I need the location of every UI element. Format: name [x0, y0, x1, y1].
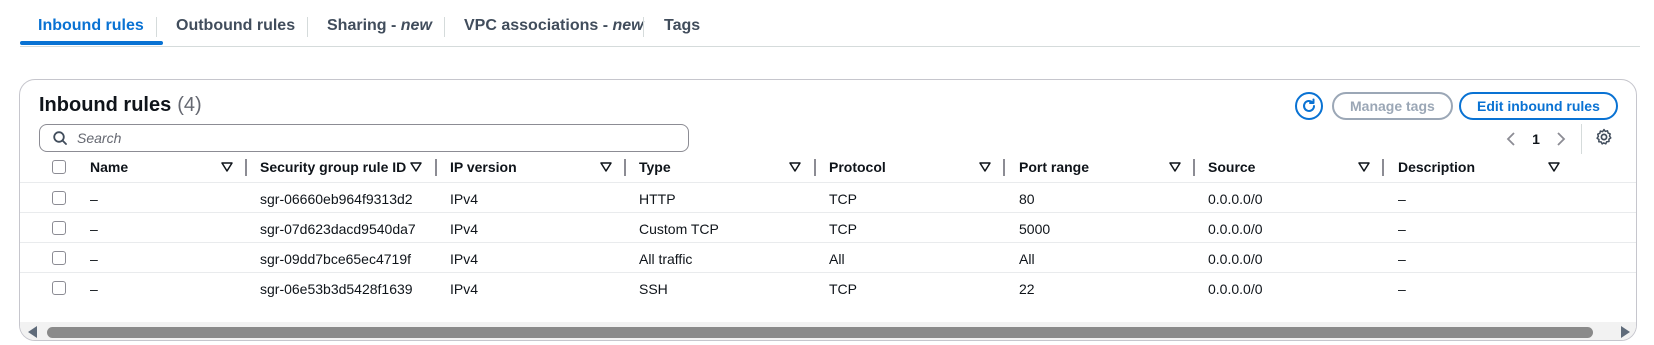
row-checkbox[interactable]	[52, 221, 66, 235]
cell-name: –	[90, 250, 98, 267]
sort-caret-icon[interactable]	[979, 162, 991, 172]
column-header-rule-id[interactable]: Security group rule ID	[260, 152, 406, 182]
cell-rule-id: sgr-09dd7bce65ec4719f	[260, 250, 412, 267]
search-field[interactable]	[39, 124, 689, 152]
scrollbar-thumb[interactable]	[47, 327, 1593, 338]
scroll-right-arrow-icon[interactable]	[1620, 326, 1630, 338]
column-divider[interactable]	[624, 159, 626, 176]
chevron-left-icon	[1506, 132, 1515, 146]
prev-page-button[interactable]	[1500, 128, 1522, 150]
table-row[interactable]: – sgr-09dd7bce65ec4719f IPv4 All traffic…	[20, 242, 1636, 273]
current-page[interactable]: 1	[1522, 131, 1550, 147]
pagination: 1	[1500, 127, 1572, 151]
cell-protocol: TCP	[829, 280, 857, 297]
cell-ip-version: IPv4	[450, 190, 479, 207]
cell-name: –	[90, 220, 98, 237]
cell-port-range: 80	[1019, 190, 1035, 207]
column-divider[interactable]	[1382, 159, 1384, 176]
horizontal-scrollbar[interactable]	[20, 322, 1636, 340]
column-header-name[interactable]: Name	[90, 152, 128, 182]
row-checkbox[interactable]	[52, 191, 66, 205]
sort-caret-icon[interactable]	[410, 162, 422, 172]
edit-inbound-rules-button[interactable]: Edit inbound rules	[1459, 92, 1618, 120]
cell-ip-version: IPv4	[450, 250, 479, 267]
search-icon	[53, 131, 67, 145]
gear-icon	[1596, 128, 1612, 145]
cell-description: –	[1398, 190, 1406, 207]
cell-source: 0.0.0.0/0	[1208, 280, 1263, 297]
row-checkbox[interactable]	[52, 281, 66, 295]
pager-divider	[1581, 124, 1582, 154]
cell-description: –	[1398, 280, 1406, 297]
tab-inbound-rules[interactable]: Inbound rules	[38, 17, 144, 35]
sort-caret-icon[interactable]	[789, 162, 801, 172]
inbound-rules-panel: Inbound rules (4) Manage tags Edit inboun…	[19, 79, 1637, 341]
cell-description: –	[1398, 220, 1406, 237]
cell-protocol: TCP	[829, 220, 857, 237]
cell-source: 0.0.0.0/0	[1208, 220, 1263, 237]
cell-port-range: 22	[1019, 280, 1035, 297]
column-divider[interactable]	[814, 159, 816, 176]
tab-outbound-rules[interactable]: Outbound rules	[176, 17, 295, 35]
column-header-source[interactable]: Source	[1208, 152, 1255, 182]
cell-port-range: 5000	[1019, 220, 1051, 237]
manage-tags-button[interactable]: Manage tags	[1332, 92, 1453, 120]
next-page-button[interactable]	[1550, 128, 1572, 150]
table-row[interactable]: – sgr-07d623dacd9540da7 IPv4 Custom TCP …	[20, 212, 1636, 243]
column-header-port-range[interactable]: Port range	[1019, 152, 1089, 182]
table-header: Name Security group rule ID IP version T…	[20, 152, 1636, 182]
column-header-ip-version[interactable]: IP version	[450, 152, 517, 182]
column-header-description[interactable]: Description	[1398, 152, 1475, 182]
rule-count: (4)	[177, 94, 202, 116]
column-header-protocol[interactable]: Protocol	[829, 152, 886, 182]
cell-protocol: TCP	[829, 190, 857, 207]
column-divider[interactable]	[435, 159, 437, 176]
cell-protocol: All	[829, 250, 845, 267]
tab-divider	[156, 17, 157, 37]
tab-sharing[interactable]: Sharing - new	[327, 17, 432, 35]
cell-port-range: All	[1019, 250, 1035, 267]
cell-type: Custom TCP	[639, 220, 719, 237]
refresh-button[interactable]	[1295, 92, 1323, 120]
refresh-icon	[1303, 98, 1315, 112]
tab-divider	[307, 17, 308, 37]
cell-rule-id: sgr-06e53b3d5428f1639	[260, 280, 413, 297]
table-row[interactable]: – sgr-06660eb964f9313d2 IPv4 HTTP TCP 80…	[20, 182, 1636, 213]
cell-type: All traffic	[639, 250, 693, 267]
table-row[interactable]: – sgr-06e53b3d5428f1639 IPv4 SSH TCP 22 …	[20, 272, 1636, 303]
scroll-left-arrow-icon[interactable]	[28, 326, 38, 338]
cell-rule-id: sgr-06660eb964f9313d2	[260, 190, 413, 207]
cell-name: –	[90, 280, 98, 297]
column-divider[interactable]	[245, 159, 247, 176]
cell-type: HTTP	[639, 190, 676, 207]
cell-source: 0.0.0.0/0	[1208, 190, 1263, 207]
tab-divider	[643, 17, 644, 37]
chevron-right-icon	[1557, 132, 1566, 146]
table-settings-button[interactable]	[1595, 128, 1615, 148]
tab-tags[interactable]: Tags	[664, 17, 700, 35]
row-checkbox[interactable]	[52, 251, 66, 265]
tab-vpc-associations[interactable]: VPC associations - new	[464, 17, 644, 35]
search-input[interactable]	[75, 129, 635, 147]
sort-caret-icon[interactable]	[221, 162, 233, 172]
column-divider[interactable]	[1003, 159, 1005, 176]
panel-title: Inbound rules (4)	[39, 94, 202, 116]
cell-ip-version: IPv4	[450, 220, 479, 237]
select-all-checkbox[interactable]	[52, 160, 66, 174]
cell-type: SSH	[639, 280, 668, 297]
sort-caret-icon[interactable]	[1169, 162, 1181, 172]
active-tab-indicator	[20, 41, 163, 45]
tab-bar: Inbound rules Outbound rules Sharing - n…	[20, 0, 1640, 47]
sort-caret-icon[interactable]	[1548, 162, 1560, 172]
sort-caret-icon[interactable]	[600, 162, 612, 172]
cell-ip-version: IPv4	[450, 280, 479, 297]
cell-rule-id: sgr-07d623dacd9540da7	[260, 220, 416, 237]
column-header-type[interactable]: Type	[639, 152, 671, 182]
sort-caret-icon[interactable]	[1358, 162, 1370, 172]
tab-divider	[444, 17, 445, 37]
cell-name: –	[90, 190, 98, 207]
cell-description: –	[1398, 250, 1406, 267]
cell-source: 0.0.0.0/0	[1208, 250, 1263, 267]
column-divider[interactable]	[1193, 159, 1195, 176]
